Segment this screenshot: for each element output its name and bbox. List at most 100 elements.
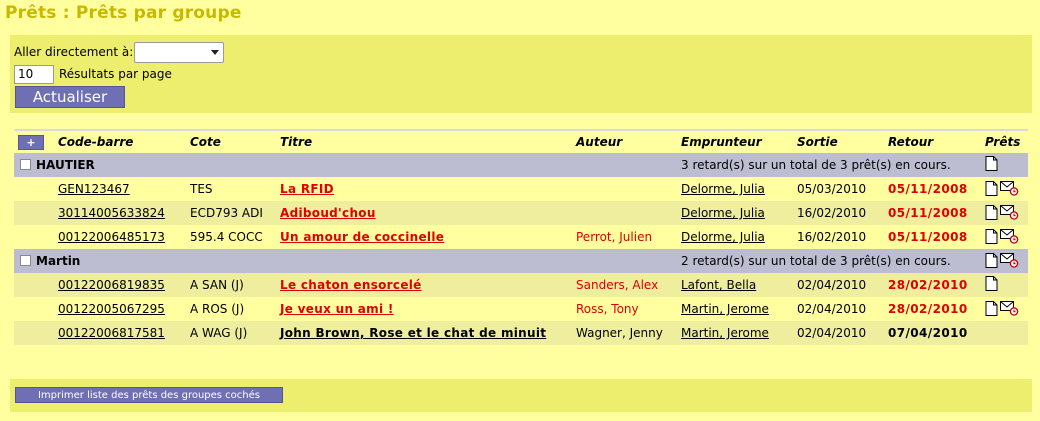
title-cell: John Brown, Rose et le chat de minuit [276, 321, 572, 345]
document-icon[interactable] [985, 156, 998, 171]
barcode-cell: 00122006819835 [54, 273, 186, 297]
table-row: GEN123467 TES La RFID Delorme, Julia 05/… [14, 177, 1028, 201]
title-link[interactable]: Adiboud'chou [280, 206, 376, 220]
table-row: 00122005067295 A ROS (J) Je veux un ami … [14, 297, 1028, 321]
barcode-cell: 00122005067295 [54, 297, 186, 321]
col-header-borrower: Emprunteur [677, 131, 793, 153]
author-cell: Ross, Tony [572, 297, 677, 321]
barcode-link[interactable]: GEN123467 [58, 182, 130, 196]
mail-reminder-icon[interactable] [1000, 300, 1019, 316]
borrower-link[interactable]: Martin, Jerome [681, 302, 769, 316]
barcode-cell: GEN123467 [54, 177, 186, 201]
borrower-link[interactable]: Delorme, Julia [681, 230, 765, 244]
row-spacer [14, 321, 54, 345]
per-page-label: Résultats par page [59, 67, 172, 81]
borrower-link[interactable]: Lafont, Bella [681, 278, 756, 292]
barcode-cell: 30114005633824 [54, 201, 186, 225]
loans-table-container: + Code-barre Cote Titre Auteur Emprunteu… [14, 129, 1028, 345]
table-header-row: + Code-barre Cote Titre Auteur Emprunteu… [14, 131, 1028, 153]
group-actions [981, 153, 1028, 177]
author-cell: Perrot, Julien [572, 225, 677, 249]
row-spacer [14, 201, 54, 225]
loan-actions [981, 321, 1028, 345]
document-icon[interactable] [985, 180, 998, 196]
title-cell: Je veux un ami ! [276, 297, 572, 321]
filter-panel: Aller directement à: Résultats par page … [10, 35, 1032, 113]
barcode-cell: 00122006485173 [54, 225, 186, 249]
table-row: 00122006817581 A WAG (J) John Brown, Ros… [14, 321, 1028, 345]
col-header-barcode: Code-barre [54, 131, 186, 153]
group-checkbox[interactable] [20, 255, 31, 266]
borrower-cell: Delorme, Julia [677, 201, 793, 225]
per-page-row: Résultats par page [14, 64, 172, 84]
loan-actions [981, 201, 1028, 225]
title-link[interactable]: John Brown, Rose et le chat de minuit [280, 326, 546, 340]
document-icon[interactable] [985, 204, 998, 220]
barcode-link[interactable]: 30114005633824 [58, 206, 165, 220]
group-actions [981, 249, 1028, 273]
group-cell: Martin [14, 249, 677, 273]
barcode-link[interactable]: 00122006485173 [58, 230, 165, 244]
document-icon[interactable] [985, 300, 998, 316]
due-date: 28/02/2010 [884, 273, 981, 297]
group-cell: HAUTIER [14, 153, 677, 177]
title-link[interactable]: Un amour de coccinelle [280, 230, 444, 244]
table-row: 30114005633824 ECD793 ADI Adiboud'chou D… [14, 201, 1028, 225]
group-name: HAUTIER [36, 158, 95, 172]
title-link[interactable]: Je veux un ami ! [280, 302, 394, 316]
barcode-link[interactable]: 00122005067295 [58, 302, 165, 316]
update-button[interactable]: Actualiser [15, 86, 125, 108]
title-cell: Un amour de coccinelle [276, 225, 572, 249]
borrower-link[interactable]: Delorme, Julia [681, 182, 765, 196]
table-row: 00122006819835 A SAN (J) Le chaton ensor… [14, 273, 1028, 297]
mail-reminder-icon[interactable] [1000, 252, 1019, 268]
group-summary: 3 retard(s) sur un total de 3 prêt(s) en… [677, 153, 981, 177]
document-icon[interactable] [985, 276, 998, 291]
borrower-link[interactable]: Delorme, Julia [681, 206, 765, 220]
group-name: Martin [36, 254, 81, 268]
call-number-cell: TES [186, 177, 276, 201]
author-cell [572, 201, 677, 225]
col-header-loans: Prêts [981, 131, 1028, 153]
barcode-link[interactable]: 00122006819835 [58, 278, 165, 292]
title-link[interactable]: La RFID [280, 182, 334, 196]
borrower-cell: Martin, Jerome [677, 321, 793, 345]
title-cell: Adiboud'chou [276, 201, 572, 225]
loan-actions [981, 177, 1028, 201]
per-page-input[interactable] [14, 64, 54, 84]
expand-header: + [14, 131, 54, 153]
borrower-cell: Delorme, Julia [677, 225, 793, 249]
call-number-cell: 595.4 COCC [186, 225, 276, 249]
checkout-date: 02/04/2010 [793, 321, 884, 345]
title-link[interactable]: Le chaton ensorcelé [280, 278, 422, 292]
print-checked-groups-button[interactable]: Imprimer liste des prêts des groupes coc… [15, 387, 283, 403]
document-icon[interactable] [985, 228, 998, 244]
author-cell: Sanders, Alex [572, 273, 677, 297]
goto-select[interactable] [134, 41, 225, 63]
call-number-cell: A WAG (J) [186, 321, 276, 345]
group-row: HAUTIER 3 retard(s) sur un total de 3 pr… [14, 153, 1028, 177]
loan-actions [981, 273, 1028, 297]
col-header-call-number: Cote [186, 131, 276, 153]
borrower-link[interactable]: Martin, Jerome [681, 326, 769, 340]
page-title: Prêts : Prêts par groupe [5, 3, 242, 23]
barcode-link[interactable]: 00122006817581 [58, 326, 165, 340]
expand-all-button[interactable]: + [18, 134, 44, 150]
mail-reminder-icon[interactable] [1000, 180, 1019, 196]
checkout-date: 05/03/2010 [793, 177, 884, 201]
borrower-cell: Martin, Jerome [677, 297, 793, 321]
bottom-bar: Imprimer liste des prêts des groupes coc… [10, 379, 1032, 412]
group-checkbox[interactable] [20, 159, 31, 170]
call-number-cell: ECD793 ADI [186, 201, 276, 225]
due-date: 05/11/2008 [884, 177, 981, 201]
borrower-cell: Lafont, Bella [677, 273, 793, 297]
mail-reminder-icon[interactable] [1000, 228, 1019, 244]
mail-reminder-icon[interactable] [1000, 204, 1019, 220]
row-spacer [14, 225, 54, 249]
document-icon[interactable] [985, 252, 998, 268]
checkout-date: 16/02/2010 [793, 225, 884, 249]
loan-actions [981, 225, 1028, 249]
author-cell: Wagner, Jenny [572, 321, 677, 345]
title-cell: La RFID [276, 177, 572, 201]
call-number-cell: A ROS (J) [186, 297, 276, 321]
